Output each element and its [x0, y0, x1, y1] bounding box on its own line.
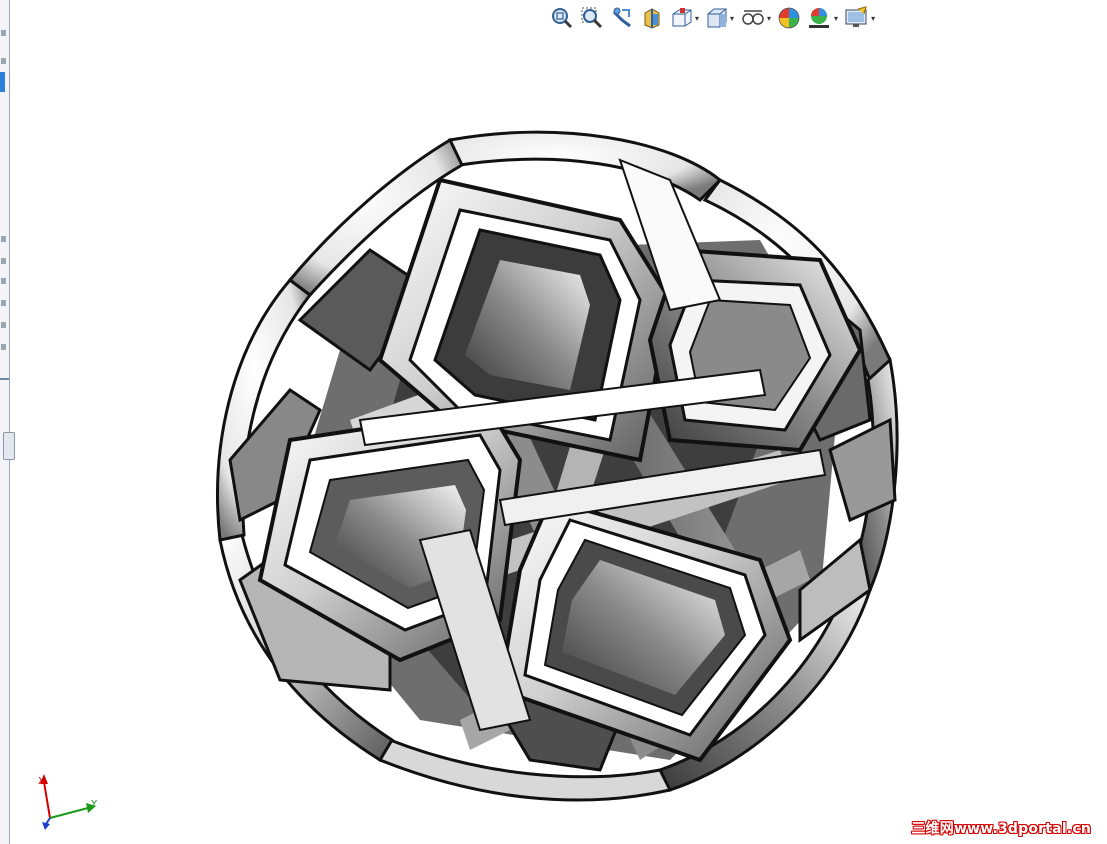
site-watermark: 三维网www.3dportal.cn — [911, 821, 1091, 837]
chevron-down-icon: ▾ — [695, 13, 700, 23]
chevron-down-icon: ▾ — [834, 13, 839, 23]
y-axis-line — [49, 807, 89, 819]
triad-x-label: X — [38, 776, 45, 787]
z-axis-line — [45, 817, 51, 825]
apply-scene-icon — [809, 8, 830, 28]
view-orientation-button[interactable]: ▾ — [668, 5, 701, 31]
apply-scene-button[interactable]: ▾ — [805, 5, 840, 31]
view-settings-icon — [845, 6, 867, 27]
display-style-button[interactable]: ▾ — [703, 5, 736, 31]
view-orientation-icon — [672, 8, 692, 27]
zoom-to-area-icon — [581, 7, 603, 29]
panel-selection-indicator — [0, 72, 5, 92]
x-axis-line — [43, 781, 51, 819]
previous-view-button[interactable] — [608, 5, 636, 31]
panel-tick — [1, 300, 6, 306]
section-view-button[interactable] — [638, 5, 666, 31]
zoom-to-fit-button[interactable] — [548, 5, 576, 31]
view-settings-button[interactable]: ▾ — [842, 5, 877, 31]
zoom-to-fit-icon — [552, 8, 573, 29]
panel-separator — [0, 378, 9, 380]
panel-tick — [1, 58, 6, 64]
lattice-sphere-model[interactable] — [200, 120, 900, 810]
section-view-icon — [644, 8, 660, 29]
side-panel-edge — [0, 0, 15, 844]
panel-tick — [1, 344, 6, 350]
previous-view-icon — [612, 7, 631, 28]
z-axis-arrow — [42, 822, 50, 830]
hide-show-items-button[interactable]: ▾ — [738, 5, 773, 31]
panel-tick — [1, 258, 6, 264]
panel-tick — [1, 236, 6, 242]
heads-up-view-toolbar: ▾ ▾ ▾ ▾ ▾ — [548, 4, 877, 32]
panel-tick — [1, 278, 6, 284]
edit-appearance-icon — [778, 7, 800, 29]
chevron-down-icon: ▾ — [730, 13, 735, 23]
hide-show-items-icon — [742, 10, 764, 25]
panel-tick — [1, 30, 6, 36]
panel-collapse-handle[interactable] — [3, 432, 15, 460]
panel-tick — [1, 322, 6, 328]
display-style-icon — [707, 8, 727, 28]
chevron-down-icon: ▾ — [871, 13, 876, 23]
chevron-down-icon: ▾ — [767, 13, 772, 23]
zoom-to-area-button[interactable] — [578, 5, 606, 31]
edit-appearance-button[interactable] — [775, 5, 803, 31]
triad-y-label: Y — [91, 799, 98, 810]
